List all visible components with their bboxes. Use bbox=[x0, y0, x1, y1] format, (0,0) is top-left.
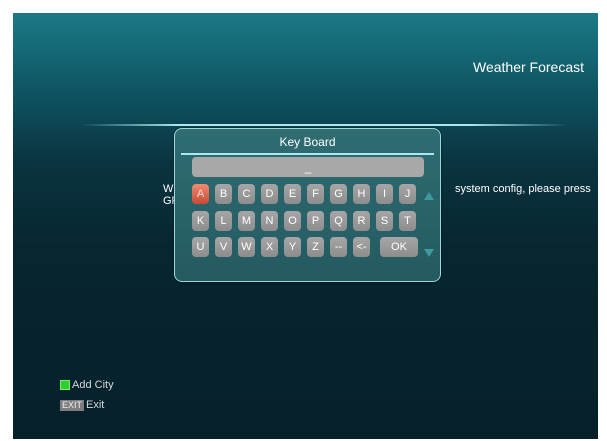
key-dash[interactable]: -- bbox=[330, 237, 347, 257]
keyboard-divider bbox=[181, 153, 434, 155]
exit-key-badge: EXIT bbox=[60, 399, 85, 411]
header-divider bbox=[81, 124, 568, 126]
key-ok[interactable]: OK bbox=[380, 237, 418, 257]
key-p[interactable]: P bbox=[307, 211, 324, 231]
key-g[interactable]: G bbox=[330, 184, 347, 204]
key-r[interactable]: R bbox=[353, 211, 370, 231]
key-q[interactable]: Q bbox=[330, 211, 347, 231]
legend-add-city[interactable]: Add City bbox=[60, 379, 114, 392]
key-n[interactable]: N bbox=[261, 211, 278, 231]
scroll-down-icon[interactable] bbox=[424, 249, 434, 257]
green-button-icon bbox=[60, 380, 70, 391]
add-city-label: Add City bbox=[72, 379, 114, 391]
key-l[interactable]: L bbox=[215, 211, 232, 231]
key-u[interactable]: U bbox=[192, 237, 209, 257]
key-o[interactable]: O bbox=[284, 211, 301, 231]
key-x[interactable]: X bbox=[261, 237, 278, 257]
key-z[interactable]: Z bbox=[307, 237, 324, 257]
key-a[interactable]: A bbox=[192, 184, 209, 204]
key-e[interactable]: E bbox=[284, 184, 301, 204]
key-backspace[interactable]: <- bbox=[353, 237, 370, 257]
key-h[interactable]: H bbox=[353, 184, 370, 204]
key-t[interactable]: T bbox=[399, 211, 416, 231]
keyboard-title: Key Board bbox=[279, 135, 336, 149]
background-message-right: system config, please press bbox=[455, 183, 591, 195]
key-c[interactable]: C bbox=[238, 184, 255, 204]
key-f[interactable]: F bbox=[307, 184, 324, 204]
weather-screen: Weather Forecast W GF system config, ple… bbox=[13, 13, 598, 439]
key-w[interactable]: W bbox=[238, 237, 255, 257]
key-d[interactable]: D bbox=[261, 184, 278, 204]
legend-exit[interactable]: EXIT Exit bbox=[60, 399, 104, 412]
keyboard-dialog: Key Board _ A B C D E F G H I J K L M N … bbox=[174, 128, 441, 282]
key-b[interactable]: B bbox=[215, 184, 232, 204]
key-k[interactable]: K bbox=[192, 211, 209, 231]
page-title: Weather Forecast bbox=[472, 59, 584, 75]
key-i[interactable]: I bbox=[376, 184, 393, 204]
key-y[interactable]: Y bbox=[284, 237, 301, 257]
exit-label: Exit bbox=[86, 399, 105, 411]
keyboard-input-field[interactable]: _ bbox=[192, 157, 424, 177]
key-v[interactable]: V bbox=[215, 237, 232, 257]
key-s[interactable]: S bbox=[376, 211, 393, 231]
key-j[interactable]: J bbox=[399, 184, 416, 204]
scroll-up-icon[interactable] bbox=[424, 192, 434, 200]
key-m[interactable]: M bbox=[238, 211, 255, 231]
